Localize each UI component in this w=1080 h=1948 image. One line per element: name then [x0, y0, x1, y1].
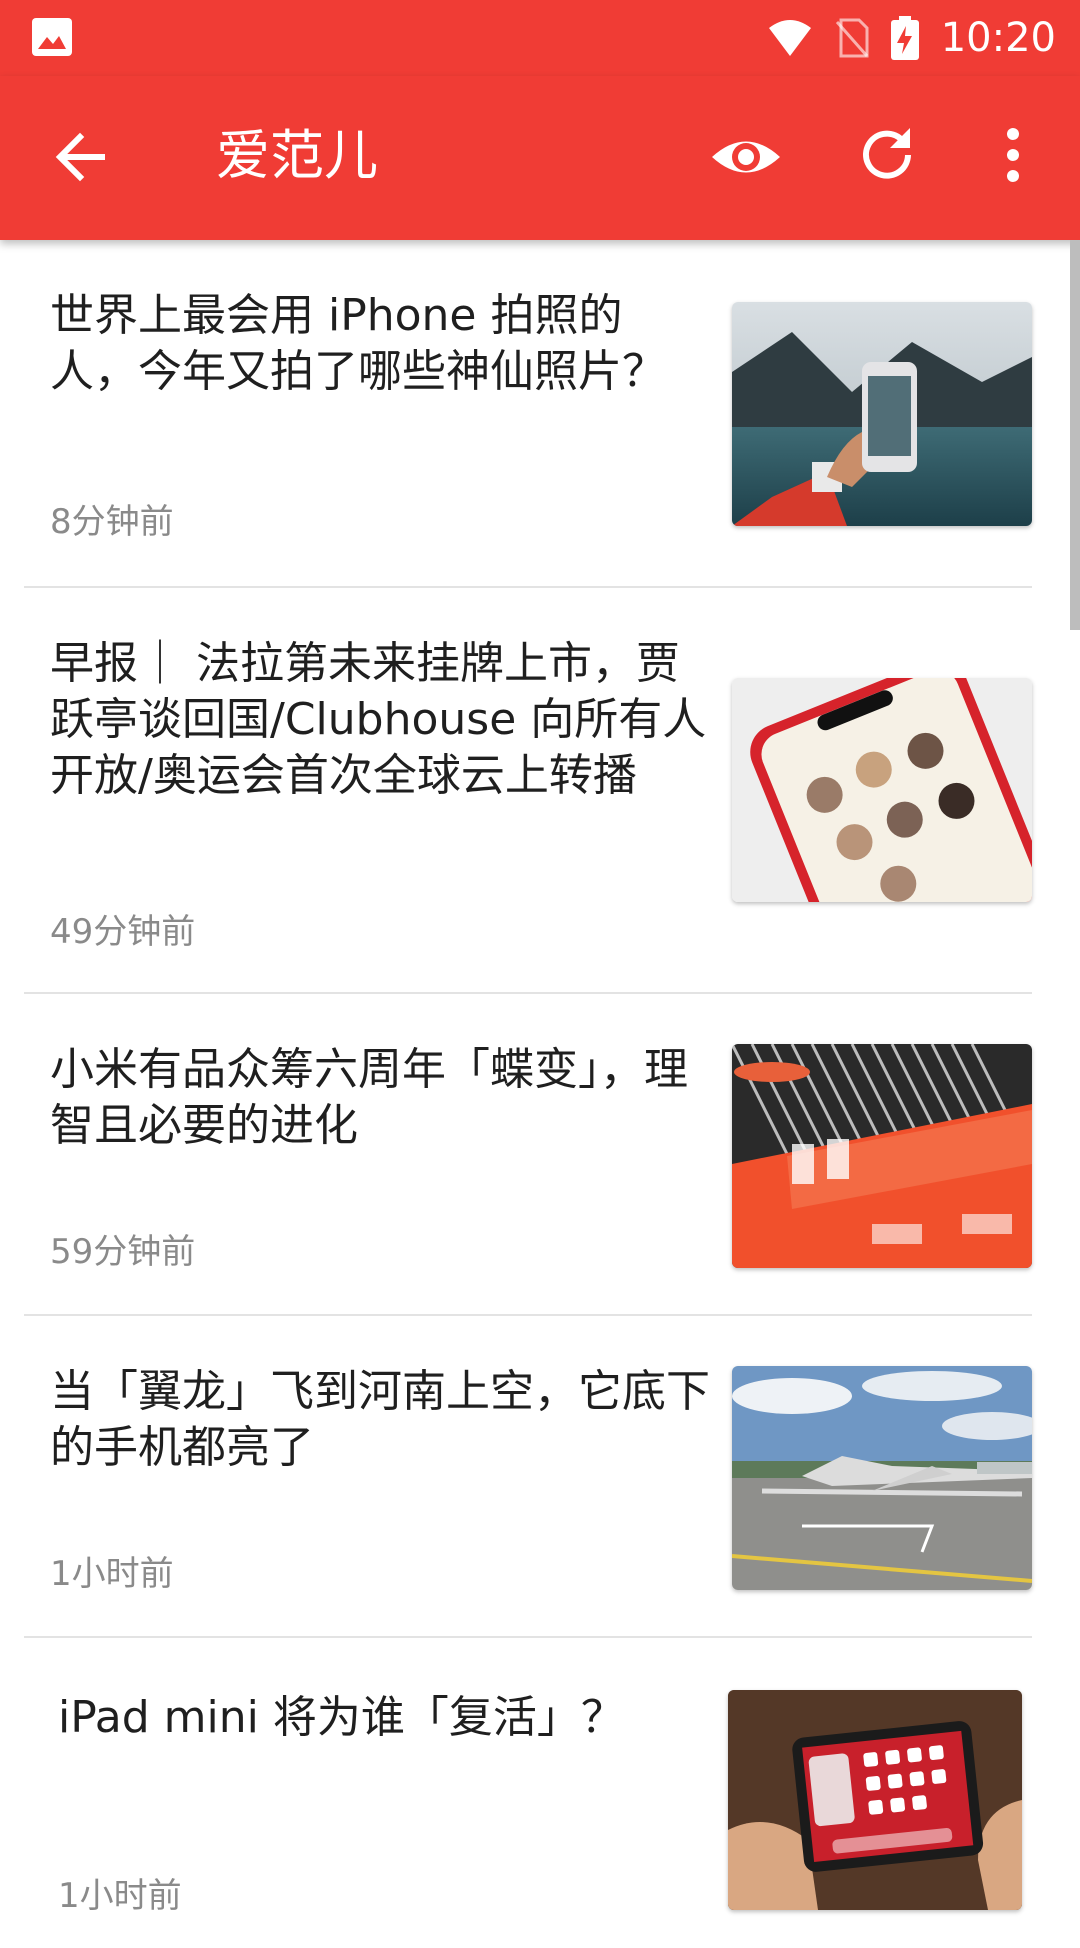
article-time: 59分钟前: [50, 1232, 196, 1272]
scrollbar[interactable]: [1070, 240, 1080, 630]
article-card[interactable]: 早报｜ 法拉第未来挂牌上市，贾跃亭谈回国/Clubhouse 向所有人开放/奥运…: [24, 588, 1032, 994]
article-time: 1小时前: [58, 1876, 182, 1916]
back-arrow-icon[interactable]: [46, 122, 116, 192]
article-thumbnail: [732, 1366, 1032, 1590]
article-title: 世界上最会用 iPhone 拍照的人，今年又拍了哪些神仙照片？: [50, 290, 666, 397]
battery-charging-icon: [890, 16, 919, 60]
status-clock: 10:20: [940, 15, 1056, 61]
article-title: 早报｜ 法拉第未来挂牌上市，贾跃亭谈回国/Clubhouse 向所有人开放/奥运…: [50, 638, 707, 801]
article-card[interactable]: 当「翼龙」飞到河南上空，它底下的手机都亮了 1小时前: [24, 1316, 1032, 1638]
article-thumbnail: [732, 302, 1032, 526]
article-thumbnail: [732, 678, 1032, 902]
no-sim-icon: [835, 18, 869, 58]
refresh-icon[interactable]: [852, 120, 922, 190]
more-vert-icon[interactable]: [990, 120, 1036, 190]
article-title: 当「翼龙」飞到河南上空，它底下的手机都亮了: [50, 1366, 710, 1473]
wifi-icon: [768, 20, 811, 56]
article-feed: 世界上最会用 iPhone 拍照的人，今年又拍了哪些神仙照片？ 8分钟前 早报｜…: [0, 240, 1070, 1948]
article-time: 8分钟前: [50, 502, 174, 542]
article-card[interactable]: iPad mini 将为谁「复活」？ 1小时前: [24, 1638, 1032, 1948]
article-time: 1小时前: [50, 1554, 174, 1594]
article-title: 小米有品众筹六周年「蝶变」，理智且必要的进化: [50, 1044, 688, 1151]
article-thumbnail: [728, 1690, 1022, 1910]
article-thumbnail: [732, 1044, 1032, 1268]
app-title: 爱范儿: [216, 124, 378, 187]
article-card[interactable]: 世界上最会用 iPhone 拍照的人，今年又拍了哪些神仙照片？ 8分钟前: [24, 240, 1032, 588]
app-bar: 爱范儿: [0, 76, 1080, 240]
image-notification-icon: [32, 18, 72, 56]
eye-icon[interactable]: [708, 122, 784, 192]
status-bar: 10:20: [0, 0, 1080, 76]
article-card[interactable]: 小米有品众筹六周年「蝶变」，理智且必要的进化 59分钟前: [24, 994, 1032, 1316]
article-time: 49分钟前: [50, 912, 196, 952]
article-title: iPad mini 将为谁「复活」？: [58, 1692, 625, 1743]
